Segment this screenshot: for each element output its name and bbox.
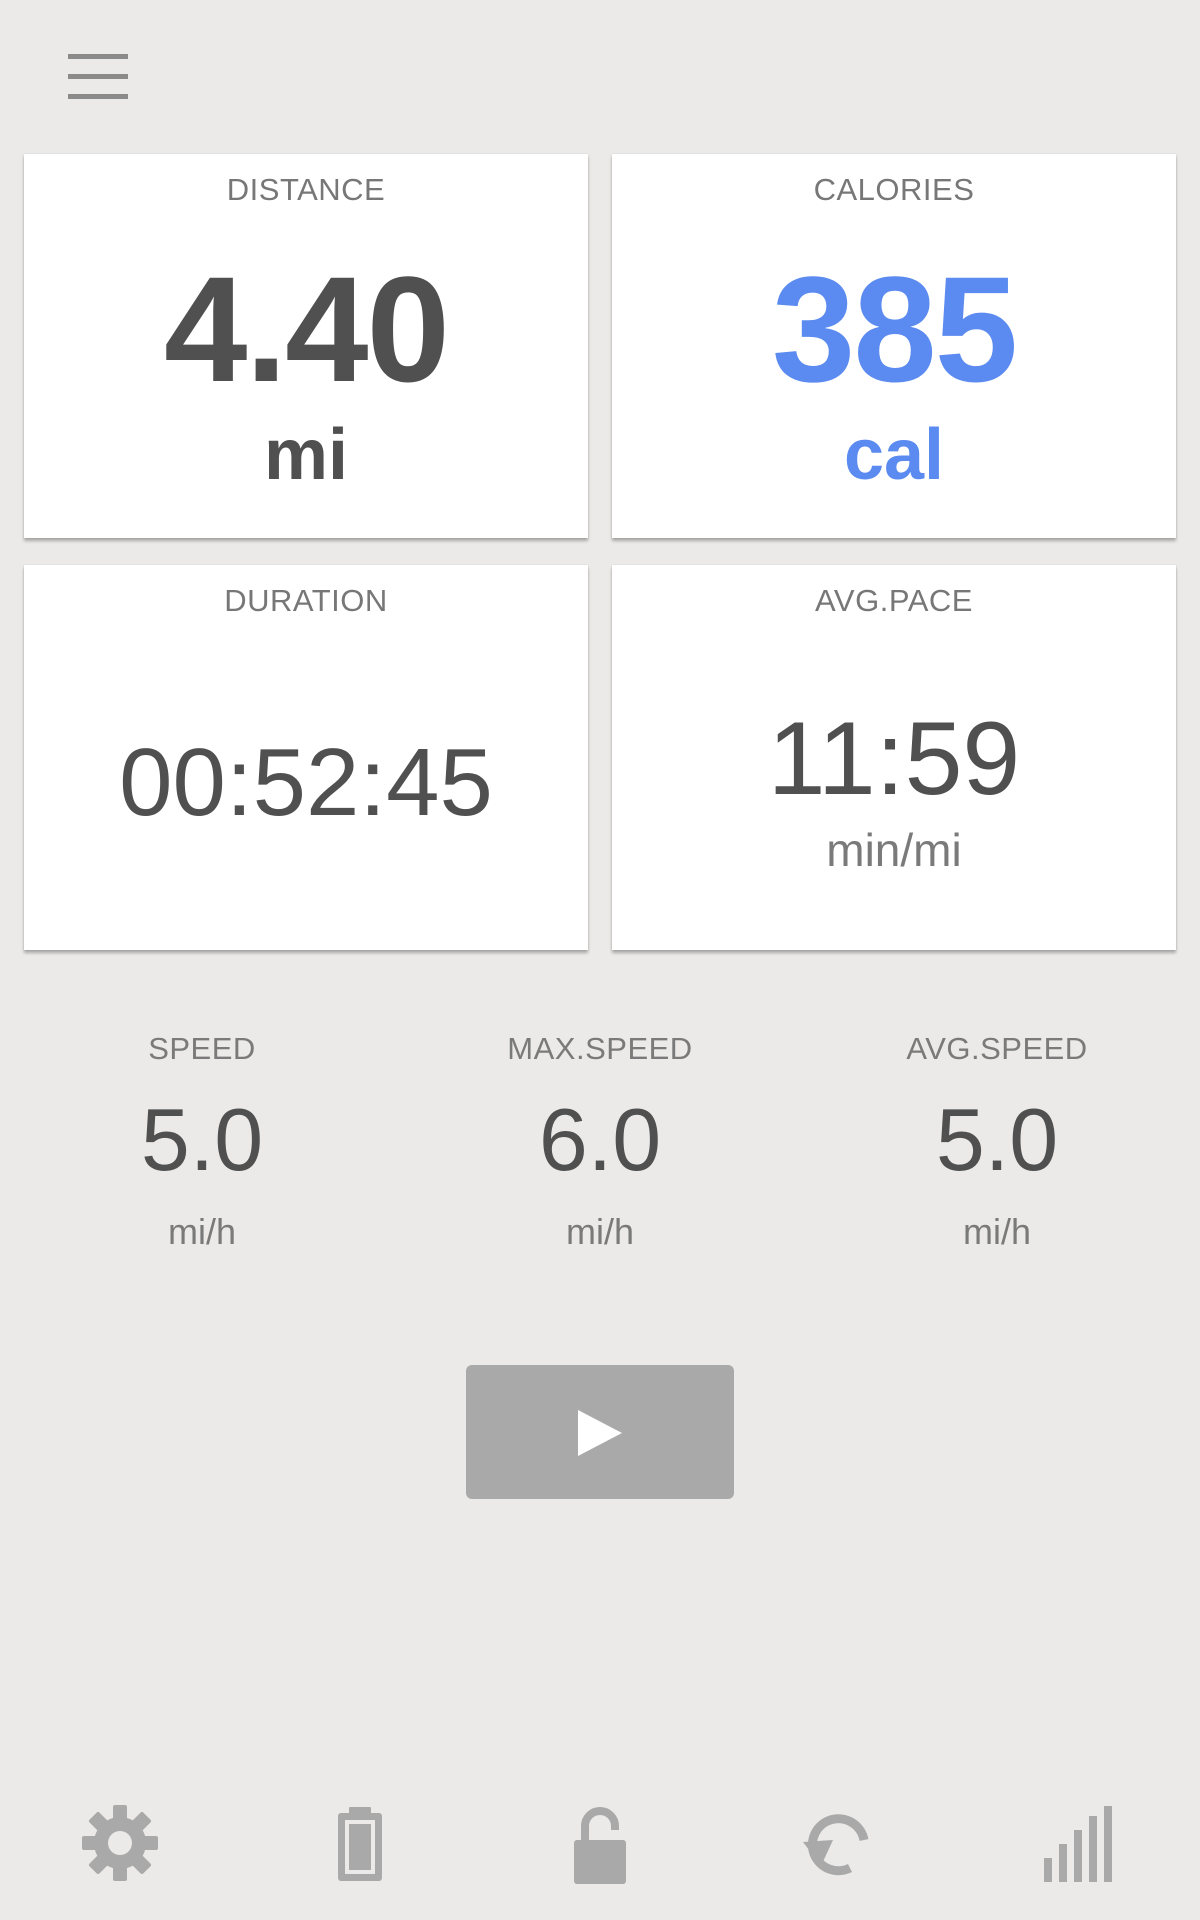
sync-icon [803,1814,869,1876]
speed-unit: mi/h [167,1211,236,1252]
menu-bar [68,74,128,79]
hamburger-menu-icon[interactable] [66,52,130,102]
calories-card: CALORIES 385 cal [612,154,1176,538]
calories-value: 385 [771,245,1018,413]
avg-pace-label: AVG.PACE [815,583,973,618]
menu-bar [68,54,128,59]
max-speed-stat: MAX.SPEED 6.0 mi/h [400,1025,800,1250]
calories-unit: cal [843,415,945,495]
avg-speed-value: 5.0 [935,1090,1059,1189]
distance-card: DISTANCE 4.40 mi [24,154,588,538]
duration-value: 00:52:45 [119,729,493,836]
gear-icon [82,1805,158,1881]
avg-speed-unit: mi/h [962,1211,1031,1252]
calories-label: CALORIES [813,172,975,207]
max-speed-value: 6.0 [538,1090,662,1189]
stats-button[interactable] [1035,1800,1125,1890]
duration-card: DURATION 00:52:45 [24,565,588,950]
distance-label: DISTANCE [226,172,386,207]
lock-icon [574,1807,626,1884]
menu-bar [68,94,128,99]
max-speed-label: MAX.SPEED [507,1031,693,1066]
battery-button[interactable] [315,1800,405,1890]
speed-label: SPEED [148,1031,256,1066]
sync-button[interactable] [795,1800,885,1890]
avg-pace-card: AVG.PACE 11:59 min/mi [612,565,1176,950]
speed-value: 5.0 [140,1090,264,1189]
duration-label: DURATION [224,583,388,618]
avg-pace-unit: min/mi [826,824,962,876]
max-speed-unit: mi/h [565,1211,634,1252]
distance-unit: mi [263,415,349,495]
play-icon [578,1410,622,1456]
bar-chart-icon [1044,1806,1112,1882]
lock-button[interactable] [555,1800,645,1890]
avg-speed-label: AVG.SPEED [906,1031,1088,1066]
avg-speed-stat: AVG.SPEED 5.0 mi/h [797,1025,1197,1250]
speed-stat: SPEED 5.0 mi/h [2,1025,402,1250]
play-button[interactable] [466,1365,734,1499]
distance-value: 4.40 [164,245,450,413]
settings-button[interactable] [75,1800,165,1890]
avg-pace-value: 11:59 [767,701,1021,817]
battery-icon [338,1807,382,1881]
